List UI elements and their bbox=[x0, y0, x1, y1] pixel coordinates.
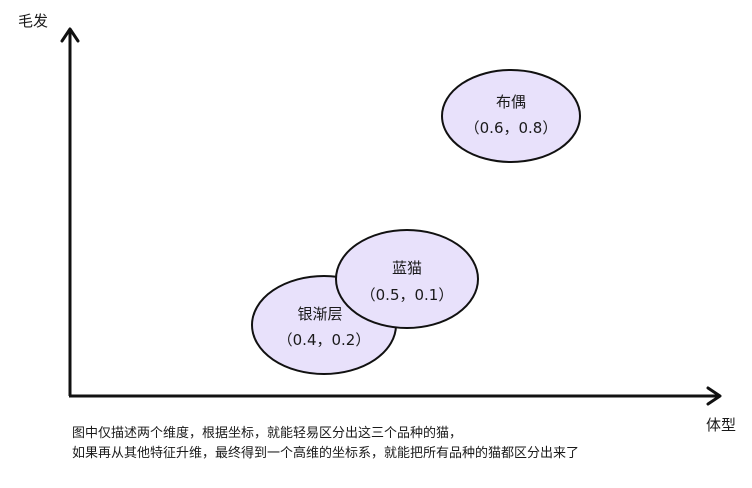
caption: 图中仅描述两个维度，根据坐标，就能轻易区分出这三个品种的猫， 如果再从其他特征升… bbox=[72, 424, 732, 464]
node-buou-name: 布偶 bbox=[496, 93, 526, 111]
node-buou-ellipse bbox=[441, 69, 581, 163]
node-yinjianceng-name: 银渐层 bbox=[297, 305, 342, 323]
node-buou: 布偶 （0.6，0.8） bbox=[441, 69, 581, 163]
node-yinjianceng-coord: （0.4，0.2） bbox=[278, 331, 371, 349]
diagram-svg: 毛发 体型 布偶 （0.6，0.8） 银渐层 （0.4，0.2） 蓝猫 （0.5… bbox=[18, 12, 736, 434]
y-axis-label: 毛发 bbox=[18, 12, 48, 30]
node-lanmao-coord: （0.5，0.1） bbox=[361, 286, 454, 304]
caption-line-1: 图中仅描述两个维度，根据坐标，就能轻易区分出这三个品种的猫， bbox=[72, 426, 463, 441]
diagram-canvas: 毛发 体型 布偶 （0.6，0.8） 银渐层 （0.4，0.2） 蓝猫 （0.5… bbox=[0, 0, 752, 484]
node-buou-coord: （0.6，0.8） bbox=[465, 119, 558, 137]
node-lanmao-name: 蓝猫 bbox=[392, 259, 422, 277]
node-lanmao-ellipse bbox=[335, 229, 479, 329]
caption-line-2: 如果再从其他特征升维，最终得到一个高维的坐标系，就能把所有品种的猫都区分出来了 bbox=[72, 446, 580, 461]
node-lanmao: 蓝猫 （0.5，0.1） bbox=[335, 229, 479, 329]
